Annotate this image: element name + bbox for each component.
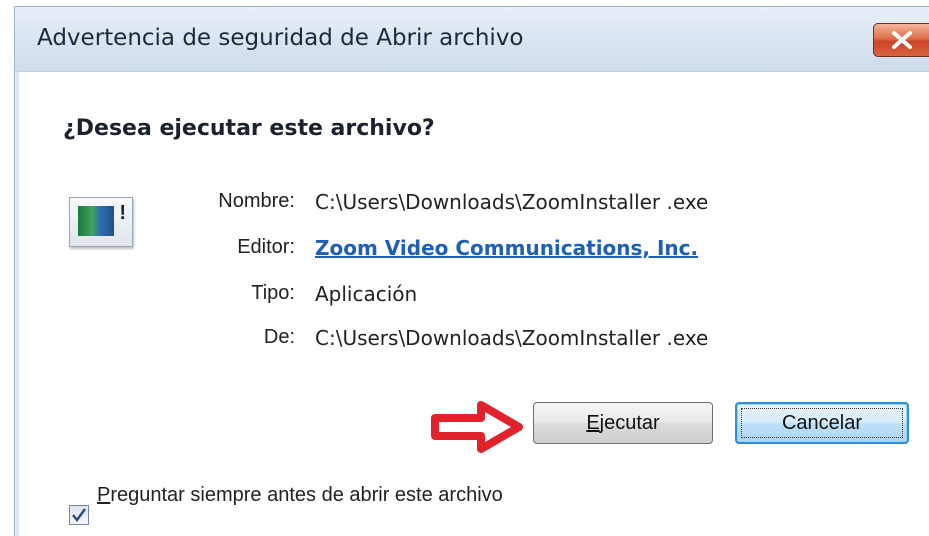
dialog-body: ¿Desea ejecutar este archivo? ! Nombre: … [15,71,929,536]
dialog-title: Advertencia de seguridad de Abrir archiv… [37,25,524,51]
security-warning-dialog: Advertencia de seguridad de Abrir archiv… [14,6,929,536]
always-ask-checkbox[interactable] [69,505,89,525]
type-label: Tipo: [251,282,295,304]
focus-rectangle [741,408,903,438]
name-value: C:\Users\Downloads\ZoomInstaller .exe [315,190,709,214]
always-ask-mnemonic: P [97,484,111,506]
close-button[interactable] [873,23,929,57]
type-value: Aplicación [315,282,418,306]
dialog-question: ¿Desea ejecutar este archivo? [63,116,435,141]
publisher-label: Editor: [237,236,295,258]
checkmark-icon [72,508,86,522]
run-mnemonic: E [586,411,600,434]
red-arrow-annotation [431,401,523,453]
run-button[interactable]: Ejecutar [533,402,713,444]
from-value: C:\Users\Downloads\ZoomInstaller .exe [315,326,709,350]
cancel-button[interactable]: Cancelar [735,402,909,444]
run-label: jecutar [599,411,660,434]
always-ask-label[interactable]: Preguntar siempre antes de abrir este ar… [97,483,537,507]
close-icon [892,31,912,49]
from-label: De: [263,326,295,348]
publisher-link[interactable]: Zoom Video Communications, Inc. [315,236,698,260]
title-bar[interactable]: Advertencia de seguridad de Abrir archiv… [15,7,929,71]
always-ask-text: reguntar siempre antes de abrir este arc… [110,484,503,506]
name-label: Nombre: [218,190,295,212]
